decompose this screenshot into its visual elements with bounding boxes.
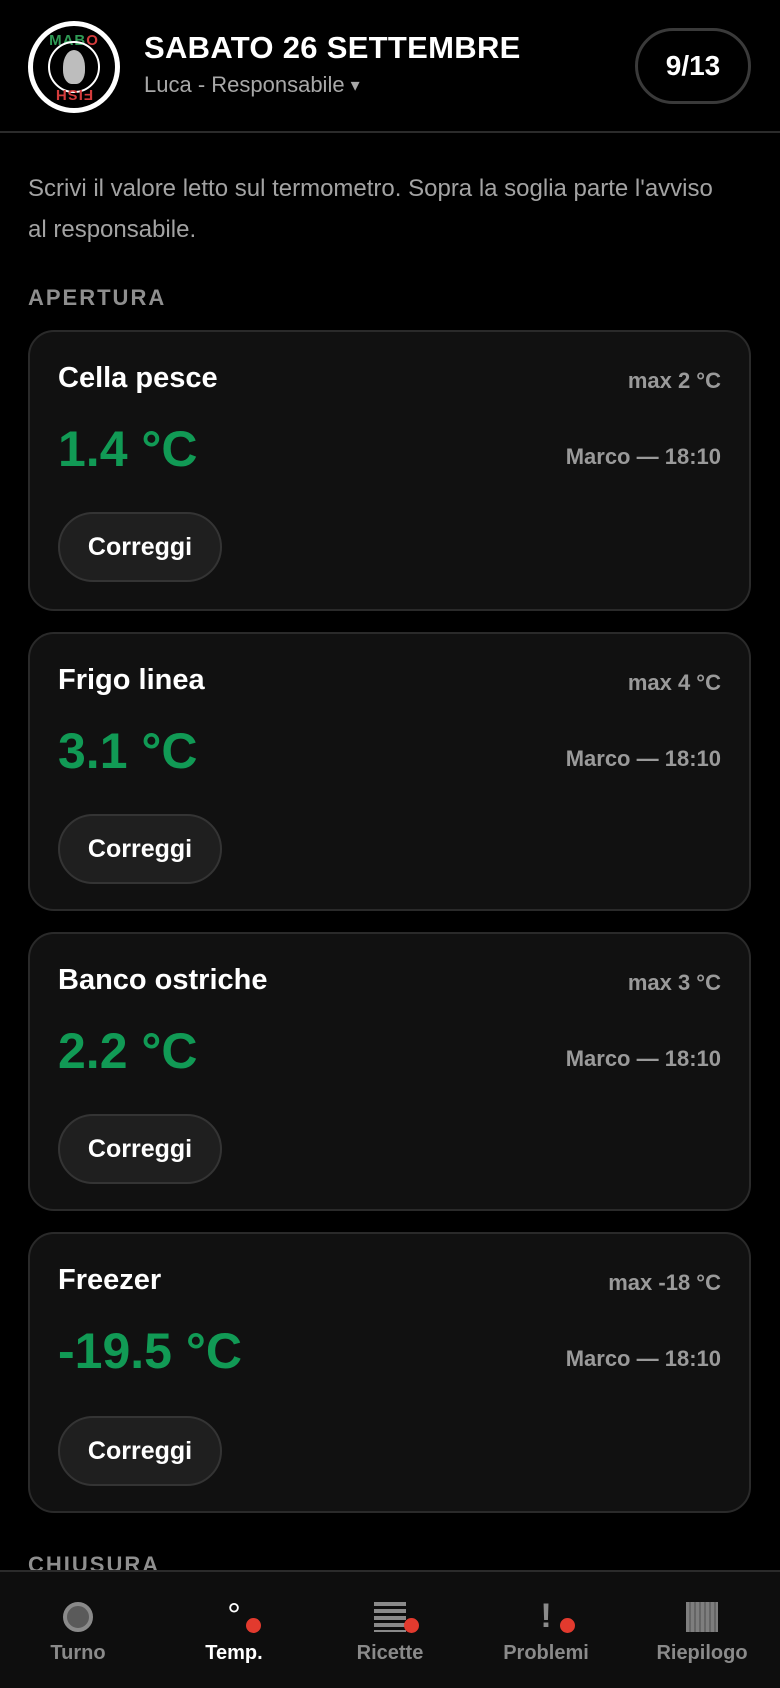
nav-tab-problemi[interactable]: ! Problemi	[468, 1572, 624, 1688]
nav-label: Turno	[50, 1642, 106, 1664]
alert-dot	[246, 1618, 261, 1633]
card-title: Freezer	[58, 1264, 162, 1296]
correct-button[interactable]: Correggi	[58, 512, 222, 582]
card-threshold: max 4 °C	[627, 670, 721, 695]
correct-button[interactable]: Correggi	[58, 1114, 222, 1184]
recorded-by: Marco — 18:10	[565, 1346, 721, 1371]
nav-tab-ricette[interactable]: Ricette	[312, 1572, 468, 1688]
bottom-nav: Turno ° Temp. Ricette ! Problemi Riepilo…	[0, 1570, 780, 1688]
app: MABO FISH SABATO 26 SETTEMBRE Luca - Res…	[0, 0, 780, 1688]
list-icon	[374, 1594, 406, 1638]
nav-tab-riepilogo[interactable]: Riepilogo	[624, 1572, 780, 1688]
fish-icon	[63, 50, 85, 84]
shift-icon	[63, 1594, 93, 1638]
correct-button[interactable]: Correggi	[58, 814, 222, 884]
progress-badge: 9/13	[635, 28, 751, 104]
temperature-value: 1.4 °C	[58, 421, 198, 477]
temperature-card: Cella pesce max 2 °C 1.4 °C Marco — 18:1…	[28, 330, 751, 611]
nav-tab-turno[interactable]: Turno	[0, 1572, 156, 1688]
recorded-by: Marco — 18:10	[565, 746, 721, 771]
nav-label: Temp.	[205, 1642, 263, 1664]
temperature-value: 2.2 °C	[58, 1023, 198, 1079]
temperature-value: -19.5 °C	[58, 1323, 242, 1379]
exclamation-icon: !	[540, 1597, 552, 1635]
nav-label: Problemi	[503, 1642, 589, 1664]
grid-icon	[686, 1594, 718, 1638]
user-role-selector[interactable]: Luca - Responsabile ▾	[144, 72, 360, 98]
recorded-by: Marco — 18:10	[565, 1046, 721, 1071]
temperature-card: Freezer max -18 °C -19.5 °C Marco — 18:1…	[28, 1232, 751, 1513]
nav-label: Ricette	[356, 1642, 424, 1664]
nav-tab-temp[interactable]: ° Temp.	[156, 1572, 312, 1688]
card-title: Frigo linea	[58, 664, 205, 696]
mabo-fish-logo: MABO FISH	[28, 21, 120, 113]
temperature-value: 3.1 °C	[58, 723, 198, 779]
correct-button[interactable]: Correggi	[58, 1416, 222, 1486]
card-title: Cella pesce	[58, 362, 218, 394]
logo-text-bottom: FISH	[54, 86, 94, 103]
instructions-text: Scrivi il valore letto sul termometro. S…	[28, 175, 713, 243]
header: MABO FISH SABATO 26 SETTEMBRE Luca - Res…	[0, 0, 780, 133]
alert-dot	[404, 1618, 419, 1633]
temperature-card: Banco ostriche max 3 °C 2.2 °C Marco — 1…	[28, 932, 751, 1211]
card-threshold: max 2 °C	[627, 368, 721, 393]
recorded-by: Marco — 18:10	[565, 444, 721, 469]
caret-down-icon: ▾	[350, 74, 360, 95]
temperature-card: Frigo linea max 4 °C 3.1 °C Marco — 18:1…	[28, 632, 751, 911]
alert-dot	[560, 1618, 575, 1633]
nav-label: Riepilogo	[656, 1642, 748, 1664]
user-role-label: Luca - Responsabile	[144, 72, 345, 97]
page-title-date: SABATO 26 SETTEMBRE	[144, 30, 521, 65]
card-threshold: max 3 °C	[627, 970, 721, 995]
degree-icon: °	[227, 1597, 241, 1635]
card-title: Banco ostriche	[58, 964, 268, 996]
card-threshold: max -18 °C	[608, 1270, 721, 1295]
section-label-opening: APERTURA	[28, 285, 167, 310]
